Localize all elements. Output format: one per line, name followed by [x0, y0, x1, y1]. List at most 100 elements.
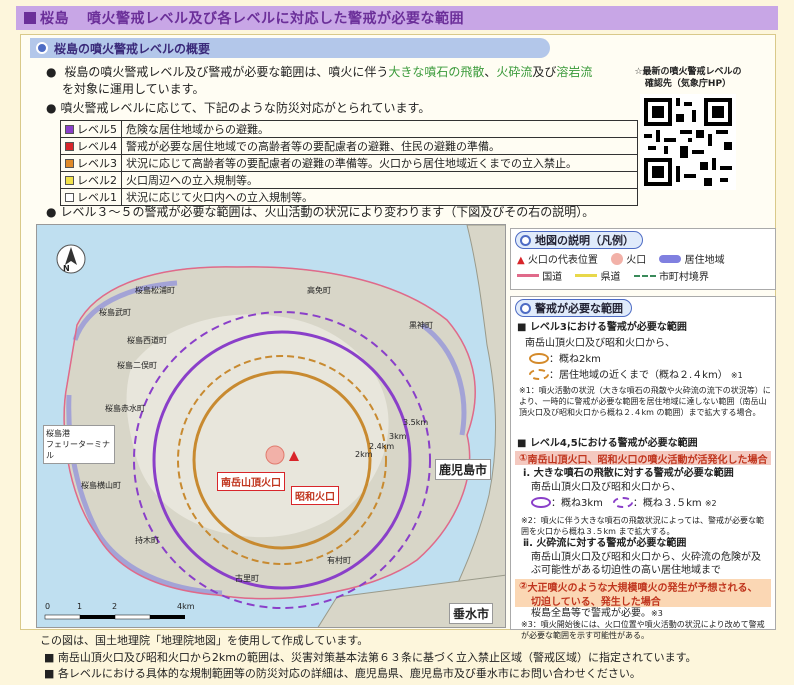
level-row: レベル2 火口周辺への立入規制等。 — [60, 171, 638, 189]
circle-bullet-icon — [36, 42, 48, 54]
qr-area: ☆最新の噴火警戒レベルの 確認先（気象庁HP） — [626, 66, 750, 194]
lv45-sub: ① 南岳山頂火口、昭和火口の噴火活動が活発化した場合 — [515, 451, 771, 466]
lv45-title-text: レベル4,5における警戒が必要な範囲 — [529, 438, 698, 449]
lv3-b: ：居住地域の近くまで（概ね２.４km） — [549, 370, 728, 381]
overview-line3: 噴火警戒レベルに応じて、下記のような防災対応がとられています。 — [46, 100, 430, 117]
highlight-pyroclastic: 火砕流 — [496, 65, 533, 79]
overview-line3-text: 噴火警戒レベルに応じて、下記のような防災対応がとられています。 — [60, 101, 431, 115]
ii-text: 南岳山頂火口及び昭和火口から、火砕流の危険が及ぶ可能性がある切迫性の高い居住地域… — [531, 552, 761, 576]
level3-swatch — [65, 159, 74, 168]
lv3-title: ■ レベル3における警戒が必要な範囲 — [517, 322, 687, 333]
level5-label: レベル5 — [77, 123, 117, 136]
volcano-map[interactable]: N 南岳山頂火口 昭和火口 鹿児島市 垂水市 2km 2.4km 3km 3.5… — [36, 224, 506, 628]
highlight-lava: 溶岩流 — [556, 65, 593, 79]
orange-dashed-ring-icon — [529, 369, 549, 380]
ferry-label: フェリーターミナル — [46, 440, 110, 460]
warning-heading: 警戒が必要な範囲 — [515, 299, 632, 317]
town-label: 有村町 — [327, 556, 351, 565]
level5-desc: 危険な居住地域からの避難。 — [121, 120, 638, 138]
title-square-icon — [24, 12, 36, 24]
level-table: レベル5 危険な居住地域からの避難。 レベル4 警戒が必要な居住地域での高齢者等… — [60, 120, 638, 206]
big-text-main: 桜島全島等で警戒が必要。 — [531, 608, 651, 619]
i-b-note: ※2 — [704, 499, 717, 508]
level4-label: レベル4 — [77, 140, 117, 153]
title-area: 桜島 — [40, 11, 69, 27]
sep1: 、 — [484, 65, 497, 79]
showa-label: 昭和火口 — [291, 486, 339, 505]
map-copyright: この図は、国土地理院「地理院地図」を使用して作成しています。 — [40, 634, 369, 647]
qr-caption-1: ☆最新の噴火警戒レベルの — [634, 67, 742, 77]
legend-crater: 火口 — [626, 255, 647, 266]
footnote-1: 南岳山頂火口及び昭和火口から2kmの範囲は、災害対策基本法第６３条に基づく立入禁… — [44, 650, 697, 666]
note3: ※3：噴火開始後には、火口位置や噴火活動の状況により改めて警戒が必要な範囲を示す… — [521, 620, 765, 640]
warning-heading-text: 警戒が必要な範囲 — [535, 302, 623, 315]
north-label: N — [63, 264, 70, 273]
overview-line2: を対象に運用しています。 — [62, 82, 205, 96]
legend-box: 地図の説明（凡例） ▲ 火口の代表位置 火口 居住地域 国道 県道 市町村境界 — [510, 228, 776, 290]
circle-bullet-icon — [520, 302, 531, 314]
lv45-sub-text: 南岳山頂火口、昭和火口の噴火活動が活発化した場合 — [527, 454, 768, 466]
crater-circle-icon — [611, 253, 624, 265]
town-label: 桜島松浦町 — [135, 286, 175, 295]
mountain-area — [126, 314, 389, 538]
legend-residential: 居住地域 — [684, 255, 725, 266]
level3-desc: 状況に応じて高齢者等の要配慮者の避難の準備等。火口から居住地域近くまでの立入禁止… — [121, 154, 638, 172]
legend-crater-mark: 火口の代表位置 — [527, 255, 598, 266]
lv45-title: ■ レベル4,5における警戒が必要な範囲 — [517, 438, 698, 449]
purple-ring-icon — [531, 497, 551, 508]
level5-swatch — [65, 125, 74, 134]
title-bar: 桜島 噴火警戒レベル及び各レベルに対応した警戒が必要な範囲 — [16, 6, 778, 30]
level-label-cell: レベル3 — [60, 154, 122, 172]
lv3-item-a: ：概ね2km — [529, 353, 601, 366]
town-label: 高免町 — [307, 286, 331, 295]
ring-label-3.5km: 3.5km — [403, 418, 429, 427]
overview-text-a: 桜島の噴火警戒レベル及び警戒が必要な範囲は、噴火に伴う — [64, 65, 389, 79]
scale-label: 1 — [77, 602, 83, 611]
port-label: 桜島港 — [46, 429, 70, 438]
scale-seg — [114, 614, 151, 620]
kagoshima-city-label: 鹿児島市 — [435, 459, 492, 480]
note2: ※2：噴火に伴う大きな噴石の飛散状況によっては、警戒が必要な範囲を火口から概ね３… — [521, 516, 764, 536]
level2-swatch — [65, 176, 74, 185]
i-b: ：概ね３.５km — [632, 498, 702, 509]
qr-code-icon[interactable] — [640, 94, 736, 190]
town-label: 桜島赤水町 — [105, 404, 145, 413]
circle-bullet-icon — [520, 234, 531, 246]
legend-row-2: 国道 県道 市町村境界 — [517, 271, 709, 284]
number-1-icon: ① — [519, 452, 528, 464]
lv3-a: ：概ね2km — [549, 354, 601, 365]
town-label: 黒神町 — [409, 321, 433, 330]
ring-label-2.4km: 2.4km — [369, 442, 395, 451]
ii-title: ⅱ. 火砕流に対する警戒が必要な範囲 — [523, 538, 687, 549]
level-row: レベル3 状況に応じて高齢者等の要配慮者の避難の準備等。火口から居住地域近くまで… — [60, 154, 638, 172]
overview-heading: 桜島の噴火警戒レベルの概要 — [30, 38, 550, 58]
level3-label: レベル3 — [77, 157, 117, 170]
level-row: レベル5 危険な居住地域からの避難。 — [60, 120, 638, 138]
big-title-1-text: 大正噴火のような大規模噴火の発生が予想される、 — [527, 582, 758, 594]
pref-road-swatch-icon — [575, 274, 598, 277]
scale-label: 0 — [45, 602, 51, 611]
big-note-mark: ※3 — [651, 609, 663, 618]
sep2: 及び — [532, 65, 557, 79]
big-title-2: 切迫している、発生した場合 — [515, 593, 771, 608]
scale-label: 4km — [177, 602, 195, 611]
qr-caption-2: 確認先（気象庁HP） — [644, 79, 732, 89]
page-title: 噴火警戒レベル及び各レベルに対応した警戒が必要な範囲 — [87, 11, 464, 27]
town-label: 持木町 — [135, 536, 159, 545]
legend-heading-text: 地図の説明（凡例） — [535, 234, 634, 247]
legend-national-road: 国道 — [542, 272, 563, 283]
orange-ring-icon — [529, 353, 549, 364]
overview-heading-text: 桜島の噴火警戒レベルの概要 — [54, 41, 211, 56]
legend-heading: 地図の説明（凡例） — [515, 231, 643, 249]
level4-swatch — [65, 142, 74, 151]
i-a: ：概ね3km — [551, 498, 603, 509]
tarumizu-city-label: 垂水市 — [449, 603, 494, 624]
residential-swatch-icon — [659, 255, 682, 263]
level-row: レベル1 状況に応じて火口内への立入規制等。 — [60, 188, 638, 206]
level1-desc: 状況に応じて火口内への立入規制等。 — [121, 188, 638, 206]
range-note-text: レベル３～５の警戒が必要な範囲は、火山活動の状況により変わります（下図及びその右… — [60, 205, 595, 219]
big-title-1: ② 大正噴火のような大規模噴火の発生が予想される、 — [515, 579, 771, 594]
level-label-cell: レベル4 — [60, 137, 122, 155]
ring-label-3km: 3km — [389, 432, 407, 441]
i-items: ：概ね3km ：概ね３.５km ※2 — [531, 497, 717, 510]
